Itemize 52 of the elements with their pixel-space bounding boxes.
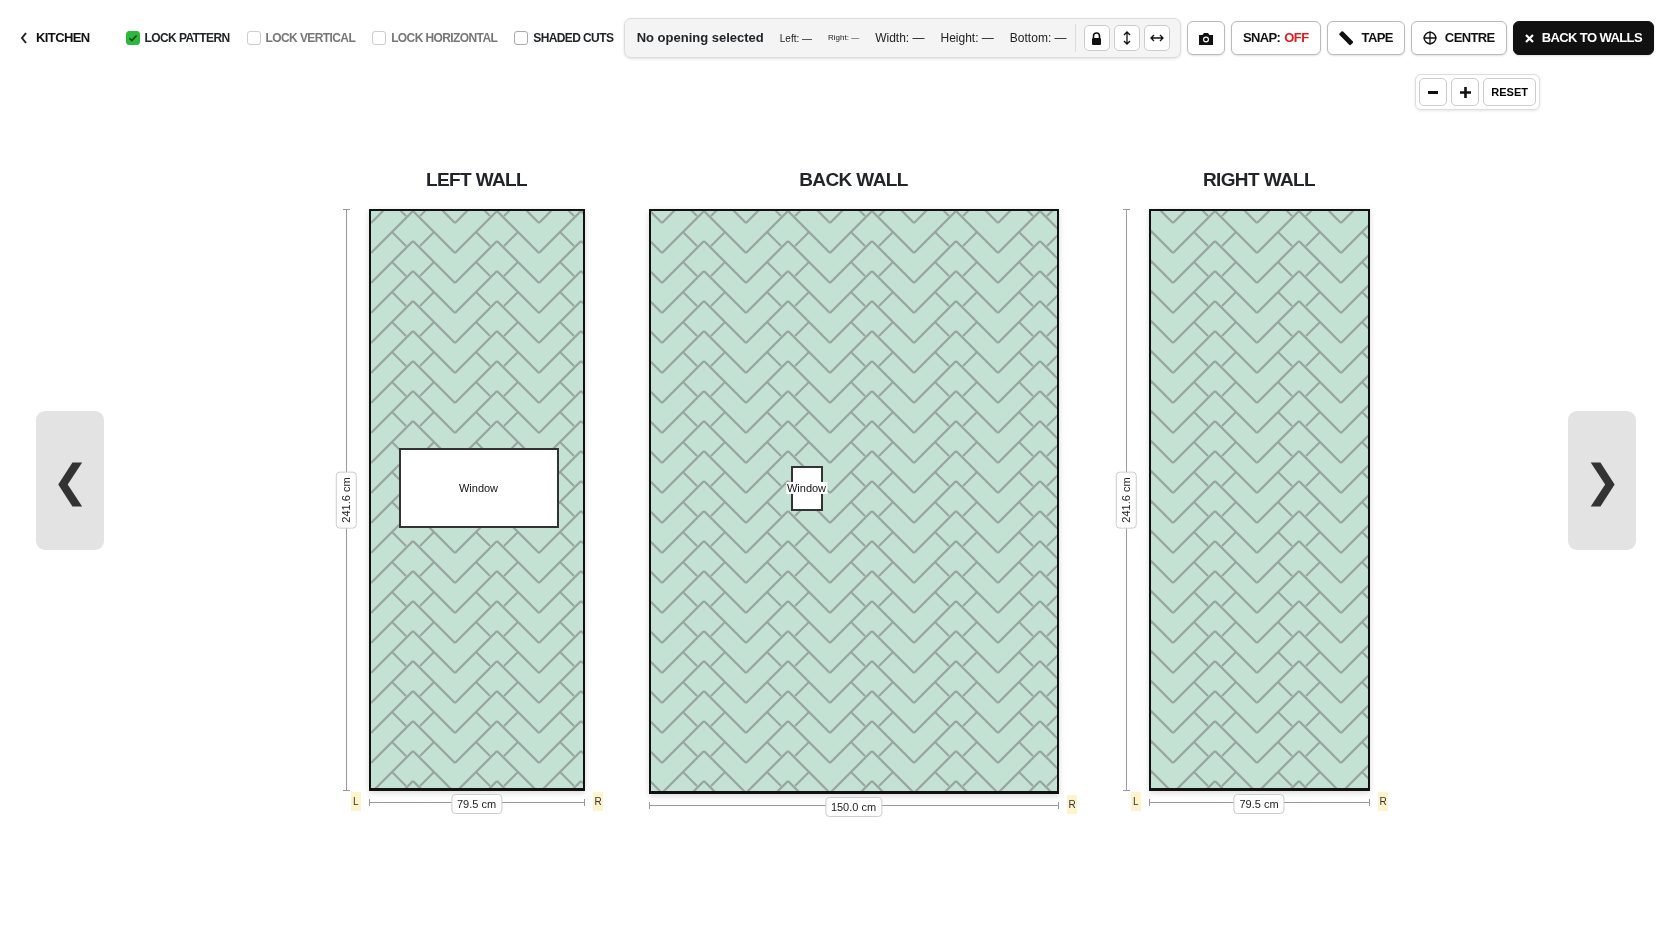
wall-title: LEFT WALL [424, 168, 529, 192]
zoom-in-button[interactable] [1451, 78, 1480, 106]
minus-icon [1428, 90, 1439, 94]
vertical-arrows-icon [1122, 31, 1131, 45]
side-marker: L [1131, 792, 1141, 811]
height-label: 241.6 cm [1115, 470, 1136, 529]
checkbox[interactable] [125, 31, 140, 45]
close-icon [1524, 33, 1534, 43]
side-marker: R [1377, 792, 1389, 811]
measurement-label: Height: — [940, 30, 994, 47]
checkbox-label: LOCK VERTICAL [265, 30, 356, 47]
opening-label: Window [457, 481, 500, 494]
checkbox-label: LOCK HORIZONTAL [391, 30, 498, 47]
camera-icon [1197, 31, 1214, 45]
checkbox-label: SHADED CUTS [533, 30, 614, 47]
plus-icon [1459, 86, 1471, 98]
back-link[interactable]: KITCHEN [20, 28, 90, 48]
crosshair-icon [1422, 31, 1437, 45]
back-to-walls-button[interactable]: BACK TO WALLS [1512, 21, 1654, 55]
measurement-label: Right: — [828, 32, 860, 44]
width-label: 150.0 cm [824, 796, 883, 817]
camera-button[interactable] [1186, 21, 1225, 55]
next-wall-button[interactable]: ❯ [1568, 411, 1636, 550]
width-label: 79.5 cm [450, 793, 503, 814]
horizontal-arrows-icon [1149, 34, 1164, 42]
tape-button[interactable]: TAPE [1326, 21, 1405, 55]
checkbox-label: LOCK PATTERN [144, 30, 230, 47]
wall-title: RIGHT WALL [1201, 168, 1317, 192]
centre-button[interactable]: CENTRE [1410, 21, 1507, 55]
measurement-label: Width: — [875, 30, 925, 47]
checkbox[interactable] [514, 31, 529, 45]
chevron-left-icon [20, 32, 28, 44]
width-label: 79.5 cm [1233, 793, 1285, 814]
zoom-out-button[interactable] [1419, 78, 1448, 106]
window-opening[interactable] [398, 447, 559, 528]
side-marker: R [1066, 795, 1078, 814]
lock-icon [1091, 31, 1103, 45]
horizontal-align-button[interactable] [1143, 25, 1170, 51]
panel-title: No opening selected [636, 29, 764, 48]
checkmark-icon [127, 33, 138, 43]
measurement-label: Bottom: — [1009, 30, 1067, 47]
wall-title: BACK WALL [798, 168, 909, 192]
vertical-align-button[interactable] [1113, 25, 1140, 51]
previous-wall-button[interactable]: ❮ [36, 411, 104, 550]
reset-button[interactable]: RESET [1483, 78, 1536, 106]
opening-label: Window [785, 481, 828, 495]
side-marker: L [351, 792, 361, 811]
height-label: 241.6 cm [335, 470, 356, 529]
lock-button[interactable] [1083, 25, 1110, 51]
measurement-label: Left: — [779, 31, 813, 46]
side-marker: R [592, 792, 604, 811]
snap-button[interactable]: SNAP: OFF [1230, 21, 1321, 55]
